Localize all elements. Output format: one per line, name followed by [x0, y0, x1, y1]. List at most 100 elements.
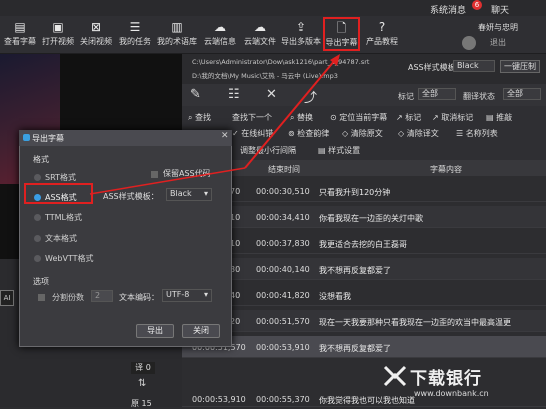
locate-current-action[interactable]: ⊙ 定位当前字幕 — [330, 112, 387, 123]
user-name: 春妍与忠明 — [478, 23, 518, 32]
name-list-action[interactable]: ☰ 名称列表 — [456, 128, 498, 139]
template-select[interactable]: Black ▾ — [166, 188, 212, 201]
table-row[interactable]: 00:00:53,910 00:00:55,370 你我觉得我也可以我也知道 — [182, 362, 546, 407]
chart-line-icon[interactable]: ⤴ — [304, 87, 317, 106]
mark-action[interactable]: ↗ 标记 — [396, 112, 421, 123]
table-row[interactable]: 30 00:00:40,140 我不想再反复都爱了 — [182, 258, 546, 280]
text-cell: 现在一天我要那种只看我现在一边歪的欢当中最高温更 — [319, 318, 511, 327]
action-label: 检查韵律 — [297, 129, 330, 138]
table-row[interactable]: 40 00:00:41,820 没想看我 — [182, 284, 546, 306]
format-radio-webvtt[interactable]: WebVTT格式 — [34, 253, 94, 264]
end-cell: 00:00:41,820 — [256, 291, 310, 300]
action-label: 在线纠错 — [241, 129, 274, 138]
end-cell: 00:00:30,510 — [256, 187, 310, 196]
find-next-action[interactable]: 查找下一个 — [232, 112, 272, 123]
unmark-action[interactable]: ↗ 取消标记 — [432, 112, 473, 123]
format-radio-text[interactable]: 文本格式 — [34, 233, 77, 244]
translation-status-label: 翻译状态 — [463, 92, 495, 101]
chat-link[interactable]: 聊天 — [491, 3, 509, 16]
subtitle-view-icon: ▤ — [14, 20, 26, 34]
options-group-label: 选项 — [33, 277, 49, 286]
glossary-icon: ▥ — [171, 20, 183, 34]
format-label: TTML格式 — [45, 213, 82, 222]
table-row[interactable]: 10 00:00:37,830 我更适合去挖的白王磊哥 — [182, 232, 546, 254]
one-click-burn-button[interactable]: 一键压制 — [500, 60, 540, 73]
format-group-label: 格式 — [33, 155, 49, 164]
toolbar-label: 我的术语库 — [157, 37, 197, 46]
encoding-select[interactable]: UTF-8 ▾ — [162, 289, 212, 302]
action-label: 替换 — [297, 113, 314, 122]
action-label: 标记 — [405, 113, 422, 122]
tag-filter-select[interactable]: 全部 — [418, 88, 456, 100]
keep-ass-checkbox[interactable] — [151, 171, 158, 178]
find-action[interactable]: ⌕ 查找 — [188, 112, 211, 123]
replace-action[interactable]: ⌕ 替换 — [290, 112, 313, 123]
export-multi-version-button[interactable]: ⇪ 导出多版本 — [280, 18, 322, 52]
action-label: 查找 — [195, 113, 212, 122]
format-radio-srt[interactable]: SRT格式 — [34, 172, 76, 183]
edit-pen-icon[interactable]: ✎ — [190, 87, 201, 102]
split-value: 2 — [95, 291, 101, 300]
check-rhythm-action[interactable]: ⊚ 检查韵律 — [288, 128, 329, 139]
video-close-icon: ⊠ — [90, 20, 102, 34]
adjust-line-gap-action[interactable]: 调整最小行间隔 — [240, 145, 296, 156]
toolbar-label: 云端信息 — [204, 37, 236, 46]
split-checkbox[interactable] — [38, 294, 45, 301]
format-radio-ttml[interactable]: TTML格式 — [34, 212, 82, 223]
avatar[interactable] — [462, 36, 476, 50]
split-count-stepper[interactable]: 2 — [91, 290, 113, 302]
table-header — [182, 160, 546, 176]
watermark-url: www.downbank.cn — [414, 389, 489, 398]
translation-status-select[interactable]: 全部 — [503, 88, 541, 100]
end-cell: 00:00:51,570 — [256, 317, 310, 326]
toolbar-label: 我的任务 — [119, 37, 151, 46]
audio-file-path: D:\我的文档\My Music\艾热 - 马云中 (Live).mp3 — [192, 72, 338, 80]
table-row[interactable]: 00:00:51,570 00:00:53,910 我不想再反复都爱了 — [182, 336, 546, 358]
clear-source-action[interactable]: ◇ 清除原文 — [342, 128, 383, 139]
ass-template-select[interactable]: Black — [453, 60, 495, 72]
style-settings-action[interactable]: ▤ 样式设置 — [318, 145, 360, 156]
cloud-info-icon: ☁ — [214, 20, 226, 34]
ass-highlight-box — [24, 183, 93, 204]
end-cell: 00:00:53,910 — [256, 343, 310, 352]
system-message-link[interactable]: 系统消息 — [430, 3, 466, 16]
cloud-file-button[interactable]: ☁ 云端文件 — [242, 18, 278, 52]
open-video-button[interactable]: ▣ 打开视频 — [40, 18, 76, 52]
swap-icon[interactable]: ⇅ — [138, 378, 146, 389]
clear-translation-action[interactable]: ◇ 清除译文 — [398, 128, 439, 139]
my-glossary-button[interactable]: ▥ 我的术语库 — [154, 18, 200, 52]
action-label: 清除原文 — [350, 129, 383, 138]
online-correct-action[interactable]: ✓ 在线纠错 — [232, 128, 273, 139]
format-label: SRT格式 — [45, 173, 76, 182]
logout-link[interactable]: 退出 — [490, 37, 506, 48]
table-row[interactable]: 70 00:00:30,510 只看我升到120分钟 — [182, 180, 546, 202]
task-icon: ☰ — [129, 20, 141, 34]
table-row[interactable]: 20 00:00:51,570 现在一天我要那种只看我现在一边歪的欢当中最高温更 — [182, 310, 546, 332]
dialog-title: 导出字幕 — [32, 134, 64, 143]
keep-ass-label: 保留ASS代码 — [163, 169, 211, 178]
subtitle-file-path: C:\Users\Administrator\Dow\ask1216\part_… — [192, 58, 370, 66]
table-row[interactable]: 10 00:00:34,410 你看我现在一边歪的关灯中歌 — [182, 206, 546, 228]
list-icon[interactable]: ☷ — [228, 87, 240, 102]
export-subtitle-icon: 🗋 — [336, 21, 347, 35]
export-button[interactable]: 导出 — [136, 324, 174, 338]
toolbar-label: 导出字幕 — [325, 38, 358, 47]
close-icon[interactable]: ✕ — [221, 131, 229, 141]
close-button[interactable]: 关闭 — [182, 324, 220, 338]
my-tasks-button[interactable]: ☰ 我的任务 — [117, 18, 153, 52]
close-video-button[interactable]: ⊠ 关闭视频 — [78, 18, 114, 52]
encoding-label: 文本编码： — [119, 293, 159, 302]
tools-icon[interactable]: ✕ — [266, 87, 277, 102]
app-logo-icon — [23, 134, 30, 141]
cloud-info-button[interactable]: ☁ 云端信息 — [202, 18, 238, 52]
ai-toggle[interactable]: AI — [0, 290, 14, 306]
action-label: 样式设置 — [328, 146, 361, 155]
message-count-badge: 6 — [472, 0, 482, 10]
action-label: 推敲 — [496, 113, 513, 122]
action-label: 清除译文 — [406, 129, 439, 138]
export-subtitle-button[interactable]: 🗋 导出字幕 — [323, 17, 360, 51]
product-tutorial-button[interactable]: ? 产品教程 — [364, 18, 400, 52]
view-subtitle-button[interactable]: ▤ 查看字幕 — [2, 18, 38, 52]
polish-action[interactable]: ▤ 推敲 — [486, 112, 512, 123]
action-label: 调整最小行间隔 — [240, 146, 296, 155]
